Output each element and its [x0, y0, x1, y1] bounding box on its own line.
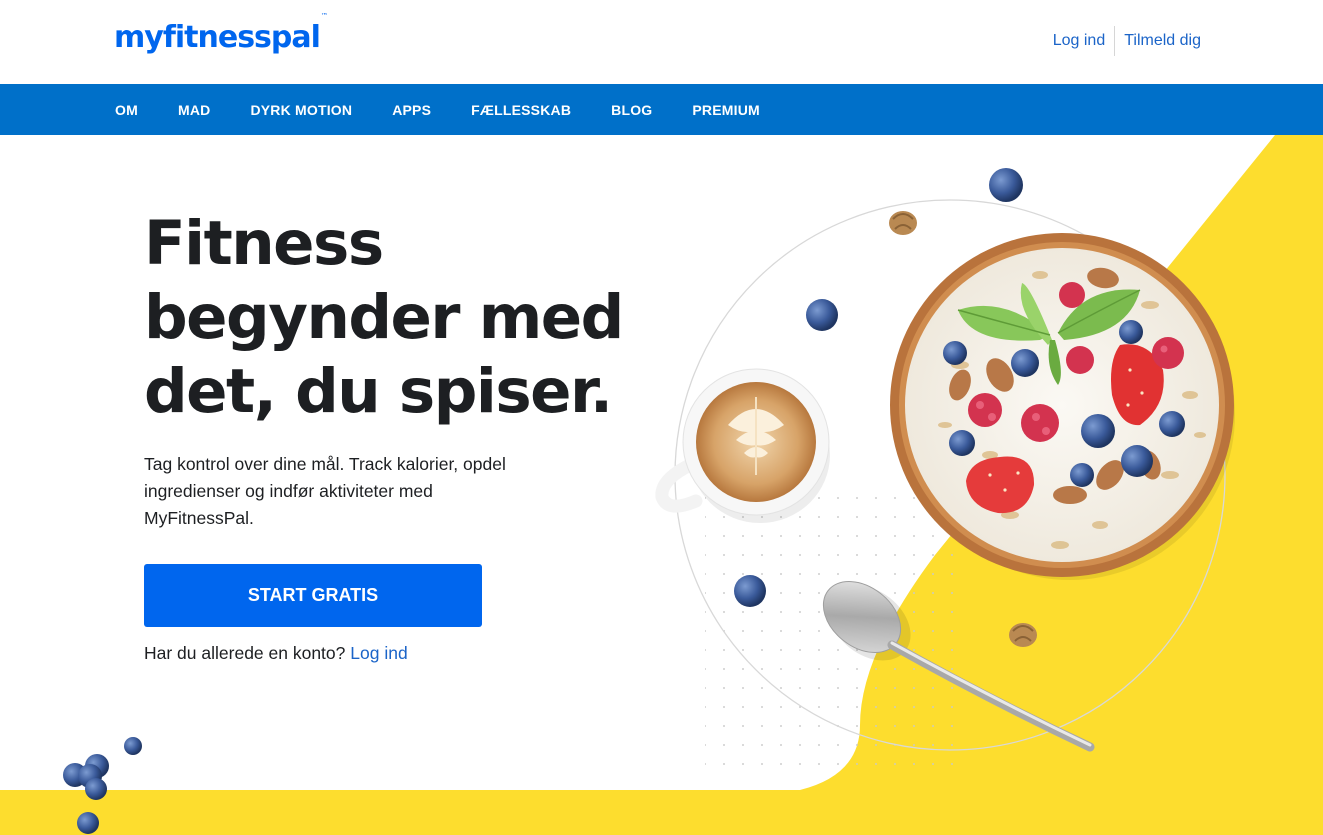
nav-list: OM MAD DYRK MOTION APPS FÆLLESSKAB BLOG …	[115, 84, 800, 135]
header-signup-link[interactable]: Tilmeld dig	[1124, 32, 1201, 50]
myfitnesspal-logo[interactable]: myfitnesspal™	[114, 12, 328, 55]
nav-item-mad[interactable]: MAD	[178, 102, 210, 118]
hero-login-link[interactable]: Log ind	[350, 643, 407, 663]
headline-line-2: begynder med	[144, 282, 624, 353]
hero-section: Fitness begynder med det, du spiser. Tag…	[0, 135, 1323, 835]
existing-account-line: Har du allerede en konto? Log ind	[144, 643, 408, 664]
cereal-bowl-icon	[890, 233, 1235, 580]
nav-item-premium[interactable]: PREMIUM	[692, 102, 760, 118]
logo-trademark: ™	[320, 12, 328, 20]
dot-pattern	[705, 495, 955, 765]
link-divider	[1114, 26, 1116, 56]
account-links: Log ind Tilmeld dig	[1053, 26, 1201, 56]
logo-text: myfitnesspal	[114, 20, 321, 55]
top-header: myfitnesspal™ Log ind Tilmeld dig	[0, 0, 1323, 84]
nav-item-dyrk-motion[interactable]: DYRK MOTION	[250, 102, 352, 118]
headline-line-1: Fitness	[144, 208, 384, 279]
start-free-button[interactable]: START GRATIS	[144, 564, 482, 627]
nav-item-blog[interactable]: BLOG	[611, 102, 652, 118]
headline-line-3: det, du spiser.	[144, 356, 613, 427]
main-navigation: OM MAD DYRK MOTION APPS FÆLLESSKAB BLOG …	[0, 84, 1323, 135]
nav-item-faellesskab[interactable]: FÆLLESSKAB	[471, 102, 571, 118]
hero-description: Tag kontrol over dine mål. Track kalorie…	[144, 454, 506, 528]
header-login-link[interactable]: Log ind	[1053, 32, 1106, 50]
hero-headline: Fitness begynder med det, du spiser.	[144, 207, 704, 429]
login-prompt: Har du allerede en konto?	[144, 643, 346, 663]
nav-item-apps[interactable]: APPS	[392, 102, 431, 118]
nav-item-om[interactable]: OM	[115, 102, 138, 118]
